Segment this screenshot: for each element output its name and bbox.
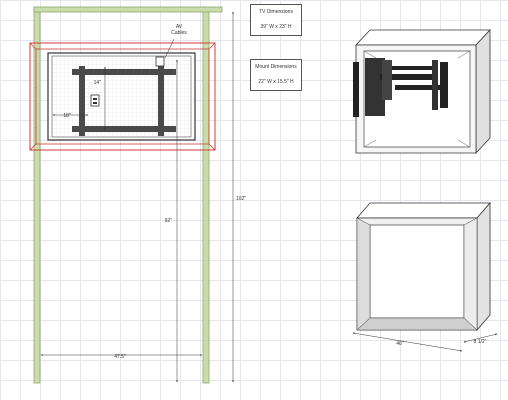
post-top-beam bbox=[33, 6, 223, 13]
outlet-icon bbox=[90, 94, 100, 107]
mount-dimensions-value: 22" W x 15.5" H bbox=[258, 79, 294, 85]
mount-dimensions-title: Mount Dimensions bbox=[255, 64, 297, 70]
box-width-label: 46" bbox=[396, 341, 404, 347]
tv-dimensions-box: TV Dimensions 39" W x 23" H bbox=[250, 4, 302, 36]
mount-width-label: 18" bbox=[63, 113, 71, 119]
dim-box-width bbox=[352, 332, 463, 352]
post-height-label: 102" bbox=[236, 196, 246, 202]
av-cables-label-line2: Cables bbox=[171, 30, 187, 36]
post-spacing-label: 47.5" bbox=[114, 354, 126, 360]
post-left bbox=[33, 6, 41, 384]
mount-dimensions-box: Mount Dimensions 22" W x 15.5" H bbox=[250, 59, 302, 91]
outlet-height-label: 92" bbox=[165, 218, 173, 224]
box-3d-empty bbox=[356, 201, 491, 332]
mount-height-label: 14" bbox=[94, 80, 102, 86]
box-3d-with-tv bbox=[353, 28, 491, 155]
tv-dimensions-title: TV Dimensions bbox=[259, 9, 293, 15]
box-depth-label: 8 1/2" bbox=[474, 339, 487, 345]
tv-dimensions-value: 39" W x 23" H bbox=[260, 24, 292, 30]
post-right bbox=[202, 6, 210, 384]
